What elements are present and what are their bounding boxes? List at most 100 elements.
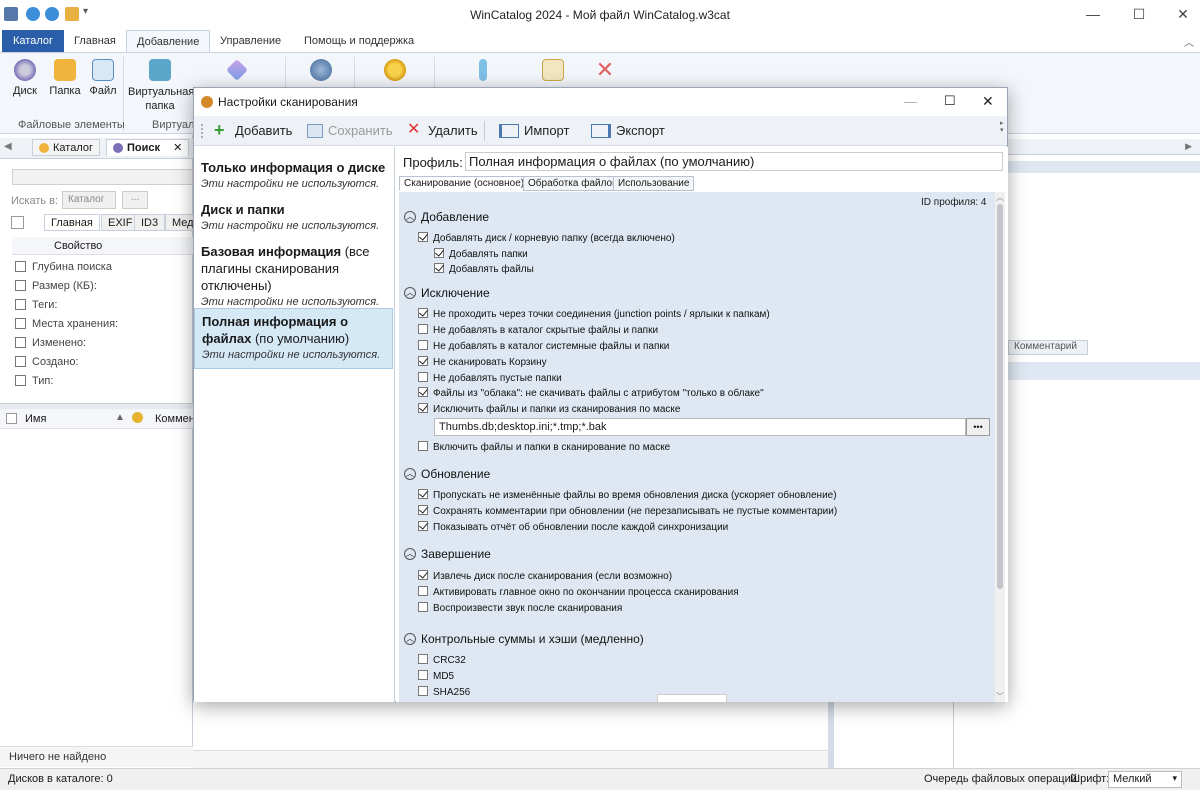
checkbox[interactable] [418, 387, 428, 398]
checkbox[interactable] [418, 686, 428, 697]
hash-size-spinner[interactable] [657, 694, 727, 702]
tab-add[interactable]: Добавление [126, 30, 211, 52]
prop-checkbox[interactable] [15, 374, 26, 386]
option-skip-unchanged[interactable]: Пропускать не изменённые файлы во время … [418, 489, 837, 501]
ribbon-collapse-icon[interactable]: ︿ [1184, 34, 1194, 49]
option-system[interactable]: Не добавлять в каталог системные файлы и… [418, 340, 669, 352]
tab-manage[interactable]: Управление [210, 30, 291, 52]
checkbox[interactable] [434, 248, 444, 259]
option-exclude-mask[interactable]: Исключить файлы и папки из сканирования … [418, 403, 680, 415]
scroll-up-icon[interactable]: ︿ [996, 192, 1004, 203]
option-empty-folders[interactable]: Не добавлять пустые папки [418, 372, 562, 384]
checkbox[interactable] [418, 602, 428, 613]
prop-checkbox[interactable] [15, 336, 26, 348]
toolbar-overflow-icon[interactable]: ▸ ▾ [1000, 120, 1004, 134]
settings-scrollbar[interactable]: ︿ ﹀ [995, 192, 1005, 702]
add-folder-button[interactable]: Папка [48, 59, 82, 97]
tab-file-processing[interactable]: Обработка файлов [523, 176, 623, 191]
section-finish[interactable]: ︿ Завершение [404, 547, 491, 561]
maximize-button[interactable]: ☐ [1124, 6, 1154, 23]
search-in-select[interactable]: Каталог [62, 191, 116, 209]
panel-left-arrow-icon[interactable]: ◀ [4, 141, 12, 152]
sort-up-icon[interactable]: ▲ [115, 412, 125, 423]
right-panel-arrow-icon[interactable]: ▶ [1185, 141, 1192, 152]
section-add[interactable]: ︿ Добавление [404, 210, 489, 224]
tab-search-panel[interactable]: Поиск ✕ [106, 139, 190, 156]
option-junction[interactable]: Не проходить через точки соединения (jun… [418, 308, 770, 320]
search-input[interactable] [12, 169, 193, 185]
checkbox[interactable] [418, 521, 428, 532]
checkbox[interactable] [418, 670, 428, 681]
tab-prop-main[interactable]: Главная [44, 214, 100, 231]
option-add-disk[interactable]: Добавлять диск / корневую папку (всегда … [418, 232, 675, 244]
checkbox[interactable] [418, 308, 428, 319]
add-virtual-button[interactable] [225, 59, 249, 85]
option-keep-comments[interactable]: Сохранять комментарии при обновлении (не… [418, 505, 837, 517]
checkbox[interactable] [418, 441, 428, 452]
option-sha256[interactable]: SHA256 [418, 686, 470, 698]
add-virtual-folder-button[interactable]: Виртуальная папка [128, 59, 194, 113]
file-queue-button[interactable]: Очередь файловых операций [924, 773, 1077, 785]
prop-checkbox[interactable] [15, 260, 26, 272]
checkbox[interactable] [418, 489, 428, 500]
option-add-files[interactable]: Добавлять файлы [434, 263, 534, 275]
tab-help[interactable]: Помощь и поддержка [294, 30, 424, 52]
select-all-checkbox[interactable] [11, 216, 24, 229]
font-select[interactable]: Мелкий ▾ [1108, 771, 1182, 788]
dialog-maximize-button[interactable]: ☐ [944, 93, 956, 109]
mask-edit-button[interactable]: ••• [966, 418, 990, 436]
option-show-report[interactable]: Показывать отчёт об обновлении после каж… [418, 521, 728, 533]
option-md5[interactable]: MD5 [418, 670, 454, 682]
option-cloud[interactable]: Файлы из "облака": не скачивать файлы с … [418, 387, 764, 399]
checkbox[interactable] [418, 372, 428, 383]
close-button[interactable]: ✕ [1168, 6, 1198, 23]
import-button[interactable]: Импорт [499, 123, 569, 139]
option-play-sound[interactable]: Воспроизвести звук после сканирования [418, 602, 622, 614]
add-profile-button[interactable]: + Добавить [214, 121, 292, 139]
profile-item[interactable]: Только информация о диске Эти настройки н… [194, 155, 394, 197]
profile-item-selected[interactable]: Полная информация о файлах (по умолчанию… [194, 308, 393, 369]
tab-scan-main[interactable]: Сканирование (основное) [399, 176, 530, 191]
add-file-button[interactable]: Файл [88, 59, 118, 97]
prop-checkbox[interactable] [15, 298, 26, 310]
minimize-button[interactable]: — [1078, 6, 1108, 22]
section-update[interactable]: ︿ Обновление [404, 467, 490, 481]
option-recycle-bin[interactable]: Не сканировать Корзину [418, 356, 547, 368]
tab-home[interactable]: Главная [64, 30, 126, 52]
checkbox[interactable] [418, 340, 428, 351]
tab-prop-id3[interactable]: ID3 [134, 214, 166, 231]
checkbox[interactable] [418, 505, 428, 516]
checkbox[interactable] [418, 232, 428, 243]
prop-row[interactable]: Теги: [15, 298, 57, 311]
checkbox[interactable] [418, 570, 428, 581]
option-hidden[interactable]: Не добавлять в каталог скрытые файлы и п… [418, 324, 658, 336]
prop-row[interactable]: Глубина поиска [15, 260, 112, 273]
rename-button[interactable] [470, 59, 496, 85]
prop-checkbox[interactable] [15, 355, 26, 367]
checkbox[interactable] [418, 586, 428, 597]
option-include-mask[interactable]: Включить файлы и папки в сканирование по… [418, 441, 670, 453]
export-button[interactable]: Экспорт [591, 123, 665, 139]
checkbox[interactable] [434, 263, 444, 274]
prop-row[interactable]: Создано: [15, 355, 79, 368]
checkbox[interactable] [418, 654, 428, 665]
checkbox[interactable] [418, 403, 428, 414]
search-in-more-button[interactable]: ... [122, 191, 148, 209]
network-button[interactable] [308, 59, 334, 85]
properties-button[interactable] [540, 59, 566, 85]
delete-profile-button[interactable]: ✕ Удалить [407, 121, 478, 139]
prop-row[interactable]: Размер (КБ): [15, 279, 97, 292]
prop-row[interactable]: Тип: [15, 374, 53, 387]
tab-usage[interactable]: Использование [613, 176, 695, 191]
prop-checkbox[interactable] [15, 317, 26, 329]
results-select-all-checkbox[interactable] [6, 413, 17, 424]
add-disk-button[interactable]: Диск [10, 59, 40, 97]
option-eject-disk[interactable]: Извлечь диск после сканирования (если во… [418, 570, 672, 582]
save-profile-button[interactable]: Сохранить [307, 123, 393, 139]
scrollbar-thumb[interactable] [997, 204, 1003, 589]
dialog-minimize-button[interactable]: — [904, 94, 917, 109]
prop-row[interactable]: Места хранения: [15, 317, 118, 330]
scroll-down-icon[interactable]: ﹀ [996, 691, 1004, 702]
checkbox[interactable] [418, 356, 428, 367]
col-name[interactable]: Имя [25, 413, 46, 425]
